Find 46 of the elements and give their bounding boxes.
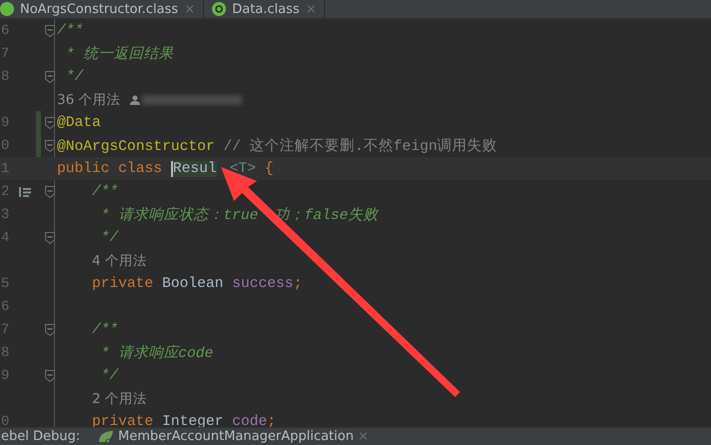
change-marker[interactable] [36,134,41,157]
line-number: 5 [0,276,10,292]
fold-icon[interactable] [45,324,55,336]
code-line: private Boolean success; [91,276,302,292]
fold-icon[interactable] [45,232,55,244]
code-line: public class Resul <T> { [56,160,274,176]
code-line: * 统一返回结果 [64,44,174,63]
line-number: 4 [0,230,10,246]
class-file-icon [0,2,14,16]
fold-icon[interactable] [45,116,55,128]
file-tab[interactable]: NoArgsConstructor.class × [0,0,204,18]
code-line: */ [100,230,118,246]
line-number: 7 [0,46,10,62]
line-number: 9 [0,368,10,384]
file-tab[interactable]: Data.class × [204,0,326,18]
code-line: @Data [56,114,101,130]
fold-icon[interactable] [45,70,55,82]
code-line: @NoArgsConstructor // 这个注解不要删.不然feign调用失败 [56,137,498,155]
line-number: 0 [0,414,10,427]
code-line: /** [91,184,118,200]
line-number: 0 [0,138,10,154]
line-number: 8 [0,344,10,360]
usages-hint[interactable]: 36 个用法 [57,90,120,108]
code-line: */ [64,68,84,84]
usages-hint[interactable]: 4 个用法 [92,252,147,270]
line-number: 2 [0,184,10,200]
code-line: * 请求响应code [100,344,214,362]
code-line: /** [56,22,84,38]
usages-hint[interactable]: 2 个用法 [92,390,147,408]
debug-label: ebel Debug: [1,429,80,444]
line-number: 9 [0,114,10,130]
code-line: /** [91,322,118,338]
line-number: 8 [0,68,10,84]
fold-icon[interactable] [45,186,55,198]
fold-icon[interactable] [45,24,55,36]
change-marker[interactable] [36,111,41,134]
line-number: 7 [0,322,10,338]
implementation-icon[interactable] [19,186,31,196]
line-number: 6 [0,298,10,314]
run-config-tab[interactable]: MemberAccountManagerApplication × [98,429,369,444]
code-line: */ [100,368,118,384]
line-number: 6 [0,22,10,38]
person-icon [130,94,140,104]
fold-icon[interactable] [45,140,55,152]
fold-icon[interactable] [45,370,55,382]
line-number: 3 [0,206,10,222]
